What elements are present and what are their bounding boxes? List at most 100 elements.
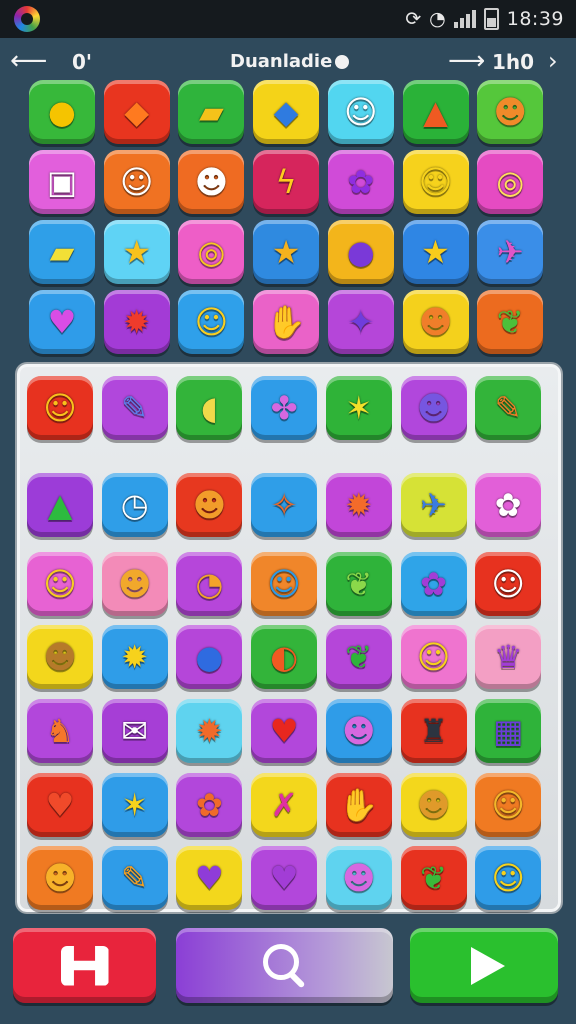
tile-symbol-icon: ♥	[195, 859, 224, 897]
game-tile[interactable]: ♛	[475, 625, 542, 689]
game-tile[interactable]: ▣	[29, 150, 95, 214]
game-tile[interactable]: ☻	[27, 625, 93, 689]
game-tile[interactable]: ☺	[400, 625, 467, 689]
game-tile[interactable]: ☻	[325, 846, 392, 910]
game-tile[interactable]: ☻	[400, 773, 467, 837]
tile-symbol-icon: ▰	[199, 93, 224, 131]
search-button[interactable]	[176, 928, 393, 1003]
game-tile[interactable]: ●	[176, 625, 243, 689]
game-tile[interactable]: ❦	[325, 552, 392, 616]
game-tile[interactable]: ☺	[27, 376, 93, 440]
game-tile[interactable]: ☺	[251, 552, 318, 616]
game-tile[interactable]: ϟ	[253, 150, 320, 214]
game-tile[interactable]: ✹	[101, 625, 168, 689]
game-tile[interactable]: ✧	[251, 473, 318, 537]
game-tile[interactable]: ☺	[475, 773, 542, 837]
game-tile[interactable]: ✶	[325, 376, 392, 440]
tile-symbol-icon: ☻	[418, 303, 453, 341]
game-tile[interactable]: ☺	[402, 150, 469, 214]
tile-symbol-icon: ◐	[270, 638, 299, 676]
game-tile[interactable]: ✤	[251, 376, 318, 440]
game-tile[interactable]: ✶	[101, 773, 168, 837]
game-tile[interactable]: ▲	[402, 80, 469, 144]
game-tile[interactable]: ◷	[101, 473, 168, 537]
info-icon[interactable]	[335, 54, 350, 69]
home-button[interactable]	[13, 928, 156, 1003]
tile-symbol-icon: ♞	[45, 712, 75, 750]
tile-symbol-icon: ◖	[200, 389, 218, 427]
game-tile[interactable]: ◐	[251, 625, 318, 689]
tile-symbol-icon: ✿	[420, 565, 447, 603]
game-tile[interactable]: ◆	[253, 80, 320, 144]
game-tile[interactable]: ▰	[29, 220, 95, 284]
game-tile[interactable]: ▲	[27, 473, 93, 537]
game-tile[interactable]: ✋	[325, 773, 392, 837]
game-tile[interactable]: ☻	[400, 376, 467, 440]
game-tile[interactable]: ♥	[27, 773, 93, 837]
tile-symbol-icon: ✎	[121, 389, 149, 427]
play-button[interactable]	[410, 928, 558, 1003]
tile-symbol-icon: ☻	[416, 786, 451, 824]
game-tile[interactable]: ◎	[477, 150, 544, 214]
game-tile[interactable]: ✿	[327, 150, 394, 214]
forward-arrow-icon[interactable]: ⟶	[448, 48, 485, 74]
game-tile[interactable]: ★	[103, 220, 170, 284]
game-tile[interactable]: ✹	[103, 290, 170, 354]
game-tile[interactable]: ✈	[400, 473, 467, 537]
game-tile[interactable]: ♥	[251, 846, 318, 910]
tile-symbol-icon: ❦	[345, 638, 373, 676]
tile-symbol-icon: ☻	[43, 638, 77, 676]
game-tile[interactable]: ✎	[101, 376, 168, 440]
back-arrow-icon[interactable]: ⟵	[10, 48, 47, 74]
game-tile[interactable]: ☻	[477, 80, 544, 144]
game-tile[interactable]: ♥	[29, 290, 95, 354]
game-tile[interactable]: ☻	[325, 699, 392, 763]
game-tile[interactable]: ☺	[103, 150, 170, 214]
game-tile[interactable]: ♥	[251, 699, 318, 763]
game-tile[interactable]: ▰	[178, 80, 245, 144]
game-tile[interactable]: ✉	[101, 699, 168, 763]
tile-symbol-icon: ●	[346, 233, 375, 271]
game-tile[interactable]: ◖	[176, 376, 243, 440]
game-tile[interactable]: ☻	[178, 150, 245, 214]
game-tile[interactable]: ✿	[400, 552, 467, 616]
game-tile[interactable]: ☺	[327, 80, 394, 144]
game-tile[interactable]: ✈	[477, 220, 544, 284]
game-tile[interactable]: ✿	[176, 773, 243, 837]
game-tile[interactable]: ✹	[176, 699, 243, 763]
game-tile[interactable]: ☺	[178, 290, 245, 354]
game-tile[interactable]: ★	[253, 220, 320, 284]
game-tile[interactable]: ✎	[475, 376, 542, 440]
game-tile[interactable]: ✋	[253, 290, 320, 354]
game-tile[interactable]: ◎	[178, 220, 245, 284]
game-tile[interactable]: ♥	[176, 846, 243, 910]
game-tile[interactable]: ●	[29, 80, 95, 144]
game-tile[interactable]: ❦	[400, 846, 467, 910]
game-tile[interactable]: ◆	[103, 80, 170, 144]
game-tile[interactable]: ♞	[27, 699, 93, 763]
game-tile[interactable]: ☻	[402, 290, 469, 354]
game-tile[interactable]: ◔	[176, 552, 243, 616]
game-tile[interactable]: ☺	[475, 552, 542, 616]
game-tile[interactable]: ❦	[325, 625, 392, 689]
game-tile[interactable]: ☺	[475, 846, 542, 910]
game-tile[interactable]: ☺	[27, 552, 93, 616]
tile-symbol-icon: ◎	[496, 163, 525, 201]
game-tile[interactable]: ✿	[475, 473, 542, 537]
tile-symbol-icon: ❦	[420, 859, 447, 897]
game-tile[interactable]: ☻	[101, 552, 168, 616]
game-tile[interactable]: ❦	[477, 290, 544, 354]
game-tile[interactable]: ▦	[475, 699, 542, 763]
chevron-right-icon[interactable]: ›	[548, 48, 558, 74]
tile-symbol-icon: ◷	[120, 486, 149, 524]
game-tile[interactable]: ♜	[400, 699, 467, 763]
game-tile[interactable]: ●	[327, 220, 394, 284]
game-tile[interactable]: ✗	[251, 773, 318, 837]
game-tile[interactable]: ★	[402, 220, 469, 284]
game-tile[interactable]: ☻	[176, 473, 243, 537]
game-tile[interactable]: ✹	[325, 473, 392, 537]
game-tile[interactable]: ✎	[101, 846, 168, 910]
game-tile[interactable]: ☻	[27, 846, 93, 910]
tile-symbol-icon: ✧	[270, 486, 298, 524]
game-tile[interactable]: ✦	[327, 290, 394, 354]
